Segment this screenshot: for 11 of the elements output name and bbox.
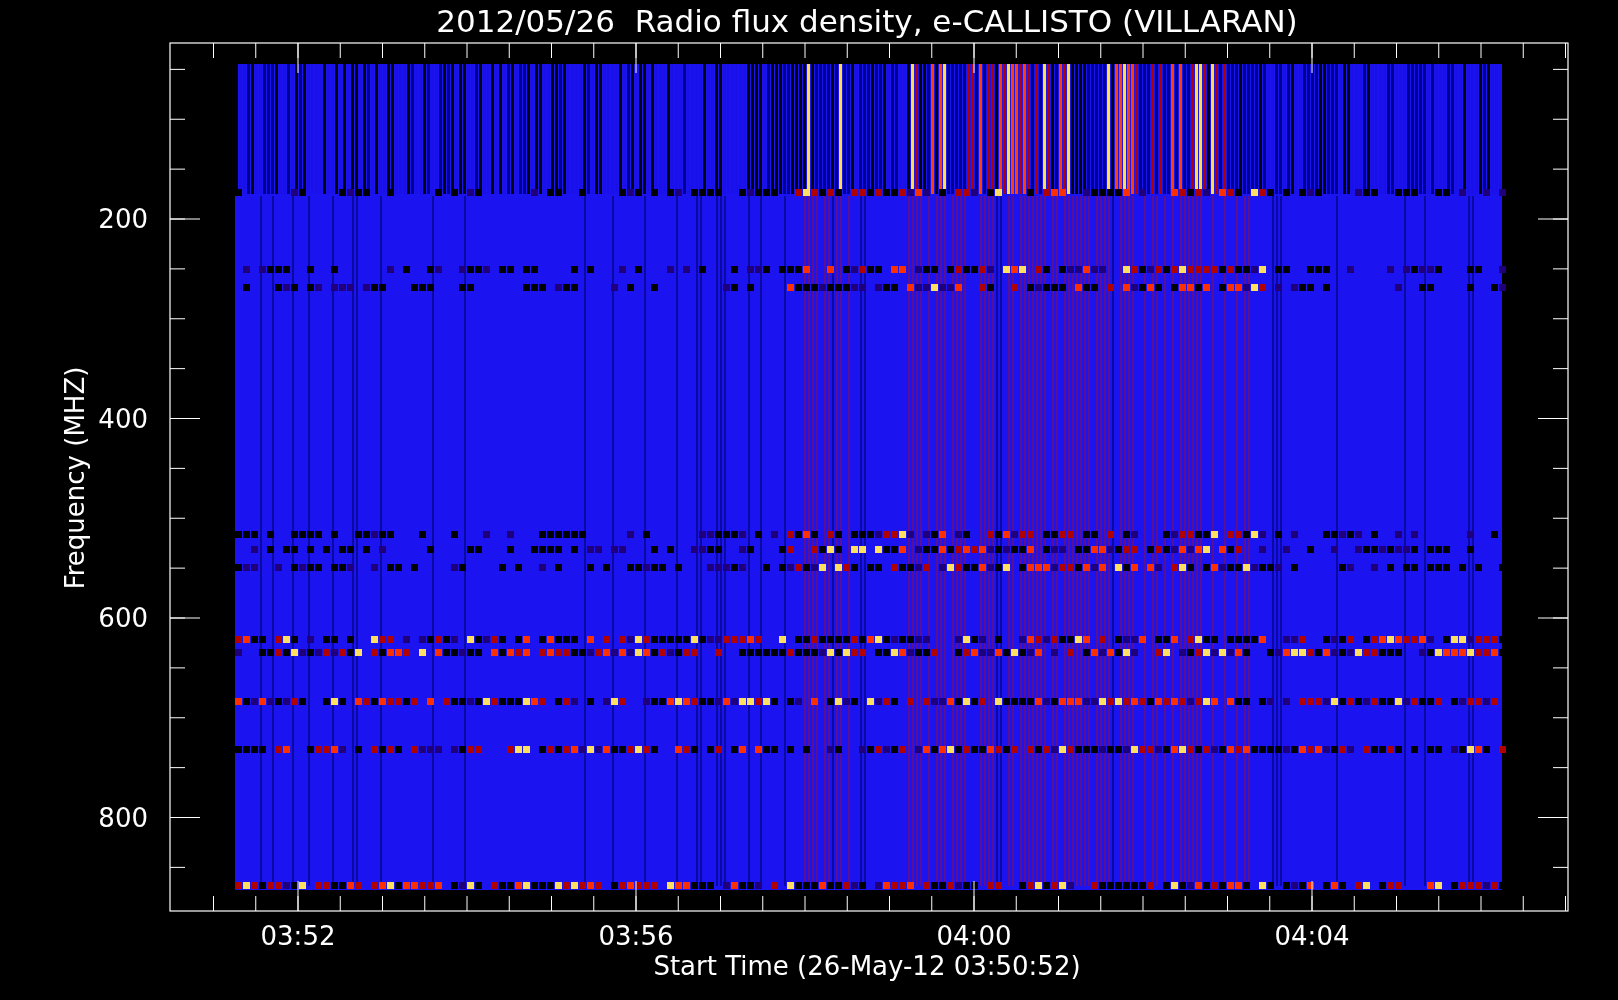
y-tick-label: 800 [98, 802, 148, 833]
x-tick-label: 04:00 [936, 921, 1012, 951]
x-axis-label: Start Time (26-May-12 03:50:52) [653, 951, 1081, 981]
y-tick-label: 200 [98, 204, 148, 234]
x-tick-label: 04:04 [1274, 921, 1350, 951]
y-tick-label: 600 [98, 603, 148, 633]
y-axis-label: Frequency (MHZ) [60, 366, 90, 590]
chart-title: 2012/05/26 Radio flux density, e-CALLISTO (VILLARAN) [436, 3, 1298, 39]
x-tick-label: 03:56 [598, 921, 674, 951]
y-tick-label: 400 [98, 403, 148, 434]
x-tick-label: 03:52 [260, 921, 336, 951]
